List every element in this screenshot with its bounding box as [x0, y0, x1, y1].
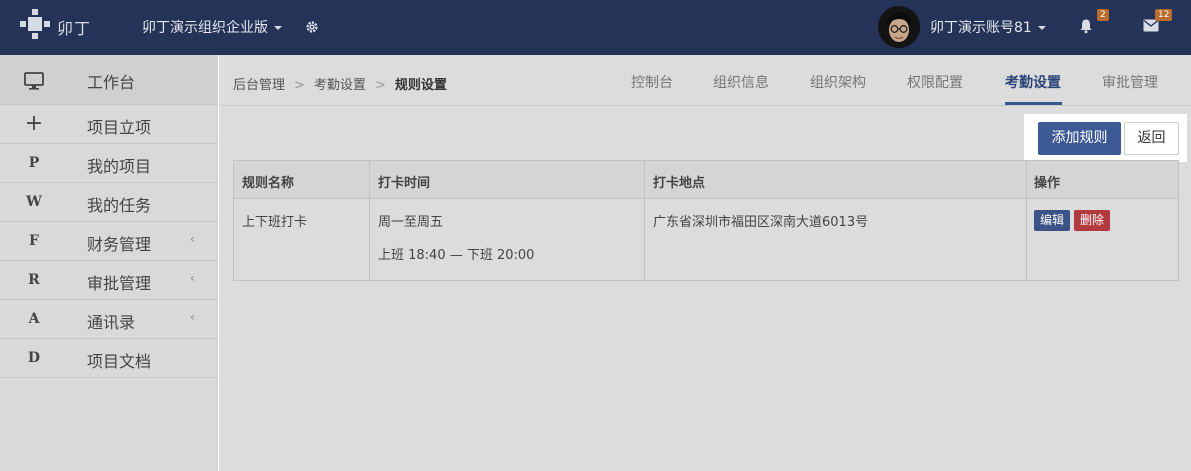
letter-icon: R [28, 272, 40, 288]
org-switcher[interactable]: 卯丁演示组织企业版 [142, 17, 282, 37]
rules-table: 规则名称 打卡时间 打卡地点 操作 上下班打卡 周一至周五 上班 18:40 —… [233, 160, 1179, 281]
letter-icon: P [28, 155, 40, 171]
sidebar-item-label: 审批管理 [87, 274, 152, 293]
org-name: 卯丁演示组织企业版 [142, 20, 268, 36]
letter-icon: W [26, 194, 42, 210]
top-header: 卯丁 卯丁演示组织企业版 卯丁演示账号81 2 12 [0, 0, 1191, 55]
chevron-left-icon: ‹ [190, 232, 195, 246]
column-header-clock-time: 打卡时间 [378, 176, 431, 191]
active-tab-indicator [1005, 102, 1062, 105]
sidebar-item-label: 我的项目 [87, 157, 152, 176]
notification-badge: 2 [1097, 9, 1109, 21]
tab-org-structure[interactable]: 组织架构 [810, 72, 866, 92]
clock-days-cell: 周一至周五 [378, 215, 444, 230]
sidebar-item-label: 通讯录 [87, 313, 136, 332]
clock-location-cell: 广东省深圳市福田区深南大道6013号 [653, 215, 869, 230]
tab-org-info[interactable]: 组织信息 [713, 72, 769, 92]
column-divider [644, 161, 645, 280]
column-header-actions: 操作 [1034, 176, 1061, 191]
sidebar-item-label: 工作台 [87, 73, 136, 92]
column-header-clock-location: 打卡地点 [653, 176, 706, 191]
logo-mark-icon [20, 9, 54, 43]
letter-icon: F [29, 233, 39, 249]
add-rule-button[interactable]: 添加规则 [1038, 122, 1121, 155]
sidebar-item[interactable]: R 审批管理 ‹ [0, 261, 218, 300]
sidebar-item[interactable]: P 我的项目 [0, 144, 218, 183]
sidebar-item[interactable]: W 我的任务 [0, 183, 218, 222]
column-divider [369, 161, 370, 280]
sidebar-item[interactable]: + 项目立项 [0, 105, 218, 144]
logo-text: 卯丁 [57, 19, 92, 38]
rule-name-cell: 上下班打卡 [242, 215, 308, 230]
breadcrumb-item-current: 规则设置 [394, 78, 447, 93]
sidebar-item-label: 我的任务 [87, 196, 152, 215]
breadcrumb-item-admin[interactable]: 后台管理 [233, 78, 285, 93]
bell-icon[interactable] [1078, 18, 1094, 34]
sidebar-item-label: 财务管理 [87, 235, 152, 254]
column-divider [1026, 161, 1027, 280]
sidebar-item-label: 项目立项 [87, 118, 152, 137]
app-logo[interactable]: 卯丁 [20, 9, 100, 43]
breadcrumb: 后台管理 > 考勤设置 > 规则设置 [233, 74, 447, 93]
sub-navigation: 后台管理 > 考勤设置 > 规则设置 控制台 组织信息 组织架构 权限配置 考勤设置 审… [219, 55, 1191, 106]
chevron-down-icon [274, 26, 282, 30]
user-avatar[interactable] [878, 6, 920, 48]
edit-button[interactable]: 编辑 [1034, 210, 1071, 231]
table-header-row: 规则名称 打卡时间 打卡地点 操作 [234, 161, 1178, 199]
clock-hours-cell: 上班 18:40 — 下班 20:00 [378, 248, 535, 263]
plus-icon: + [24, 111, 44, 136]
breadcrumb-separator-icon: > [374, 78, 386, 93]
delete-button[interactable]: 删除 [1074, 210, 1111, 231]
sidebar-item[interactable]: F 财务管理 ‹ [0, 222, 218, 261]
letter-icon: A [28, 311, 40, 327]
breadcrumb-separator-icon: > [294, 78, 305, 93]
tab-permissions[interactable]: 权限配置 [907, 72, 963, 92]
letter-icon: D [27, 350, 41, 366]
chevron-left-icon: ‹ [190, 271, 195, 285]
sidebar-item[interactable]: A 通讯录 ‹ [0, 300, 218, 339]
column-header-rule-name: 规则名称 [242, 176, 295, 191]
sidebar: 工作台 + 项目立项 P 我的项目 W 我的任务 F 财务管理 ‹ R 审批管理 ‹ A 通讯录 ‹ D 项目文… [0, 55, 218, 471]
back-button[interactable]: 返回 [1124, 122, 1179, 155]
tab-console[interactable]: 控制台 [631, 72, 673, 92]
account-name: 卯丁演示账号81 [930, 20, 1032, 36]
monitor-icon [24, 72, 44, 90]
chevron-down-icon [1037, 26, 1046, 30]
message-badge: 12 [1155, 9, 1173, 21]
sidebar-item-label: 项目文档 [87, 352, 152, 371]
tab-attendance-settings[interactable]: 考勤设置 [1005, 72, 1061, 92]
sidebar-item[interactable]: D 项目文档 [0, 339, 218, 378]
account-menu[interactable]: 卯丁演示账号81 [930, 17, 1046, 37]
tab-approval-management[interactable]: 审批管理 [1102, 72, 1158, 92]
gear-icon[interactable] [305, 20, 319, 34]
breadcrumb-item-attendance[interactable]: 考勤设置 [314, 78, 366, 93]
sidebar-item-workbench[interactable]: 工作台 [0, 55, 218, 105]
chevron-left-icon: ‹ [190, 310, 195, 324]
